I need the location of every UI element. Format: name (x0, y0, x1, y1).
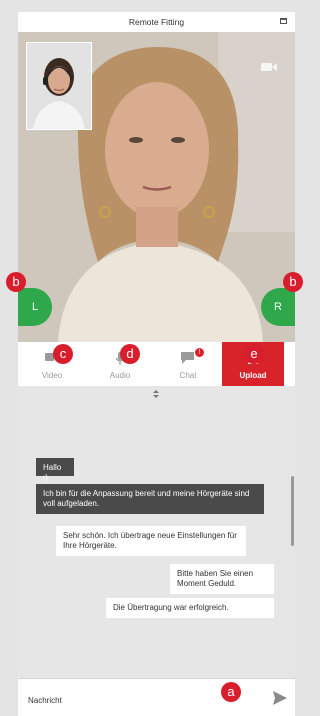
video-button[interactable]: Video (18, 342, 86, 386)
annotation-marker-d: d (120, 344, 140, 364)
window-title: Remote Fitting (128, 17, 185, 27)
app-window: Remote Fitting L R Video Audio ! Chat Up… (0, 0, 303, 716)
message-input[interactable] (28, 693, 248, 707)
self-view-thumbnail[interactable] (26, 42, 92, 130)
annotation-marker-b-left: b (6, 272, 26, 292)
chat-notification-badge: ! (195, 348, 204, 357)
message-bar (18, 678, 295, 716)
audio-button-label: Audio (109, 371, 131, 380)
right-hearing-aid-button[interactable]: R (261, 288, 295, 326)
chat-message-local: Bitte haben Sie einen Moment Geduld. (170, 564, 274, 594)
chat-message-local: Sehr schön. Ich übertrage neue Einstellu… (56, 526, 246, 556)
title-bar: Remote Fitting (18, 12, 295, 33)
switch-camera-icon[interactable] (261, 62, 277, 72)
upload-button-label: Upload (239, 371, 267, 380)
left-button-label: L (31, 301, 39, 313)
resize-handle-icon[interactable] (153, 390, 159, 398)
maximize-icon[interactable] (280, 18, 287, 24)
annotation-marker-c: c (53, 344, 73, 364)
audio-button[interactable]: Audio (86, 342, 154, 386)
self-view-image (27, 43, 91, 129)
send-icon[interactable] (273, 691, 287, 705)
annotation-marker-e: e (244, 344, 264, 364)
chat-message-remote: Ich bin für die Anpassung bereit und mei… (36, 484, 264, 514)
annotation-marker-b-right: b (283, 272, 303, 292)
chat-button[interactable]: ! Chat (154, 342, 222, 386)
annotation-marker-a: a (221, 682, 241, 702)
chat-message-remote: Hallo :) (36, 458, 74, 482)
chat-scrollbar[interactable] (291, 476, 294, 546)
video-button-label: Video (41, 371, 63, 380)
chat-icon (181, 352, 194, 364)
chat-button-label: Chat (179, 371, 197, 380)
remote-video: L R (18, 32, 295, 342)
chat-message-local: Die Übertragung war erfolgreich. (106, 598, 274, 618)
chat-panel: Hallo :) Ich bin für die Anpassung berei… (18, 386, 295, 678)
right-button-label: R (274, 301, 282, 313)
